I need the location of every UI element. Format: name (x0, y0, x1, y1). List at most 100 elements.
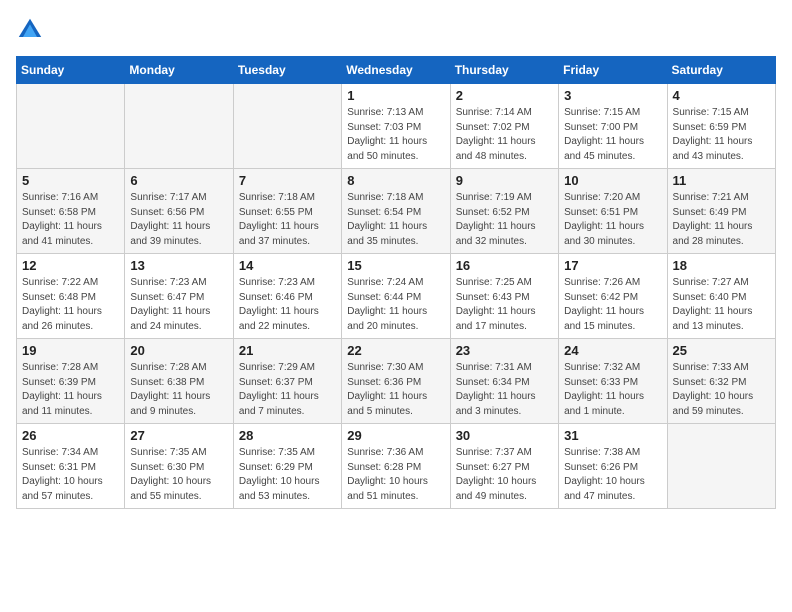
calendar-cell: 5Sunrise: 7:16 AM Sunset: 6:58 PM Daylig… (17, 169, 125, 254)
weekday-header: Friday (559, 57, 667, 84)
day-info: Sunrise: 7:30 AM Sunset: 6:36 PM Dayligh… (347, 361, 444, 419)
calendar-cell: 19Sunrise: 7:28 AM Sunset: 6:39 PM Dayli… (17, 339, 125, 424)
day-number: 24 (564, 343, 661, 358)
day-number: 25 (673, 343, 770, 358)
day-number: 16 (456, 258, 553, 273)
calendar-cell: 24 Sunrise: 7:32 AM Sunset: 6:33 PM Dayli… (559, 339, 667, 424)
day-info: Sunrise: 7:29 AM Sunset: 6:37 PM Dayligh… (239, 361, 336, 419)
calendar-cell: 20Sunrise: 7:28 AM Sunset: 6:38 PM Dayli… (125, 339, 233, 424)
calendar-cell: 16 Sunrise: 7:25 AM Sunset: 6:43 PM Dayli… (450, 254, 558, 339)
calendar-cell: 6 Sunrise: 7:17 AM Sunset: 6:56 PM Daylig… (125, 169, 233, 254)
day-info: Sunrise: 7:14 AM Sunset: 7:02 PM Dayligh… (456, 106, 553, 164)
calendar-cell (667, 424, 775, 509)
day-info: Sunrise: 7:35 AM Sunset: 6:29 PM Dayligh… (239, 446, 336, 504)
calendar-cell: 9 Sunrise: 7:19 AM Sunset: 6:52 PM Daylig… (450, 169, 558, 254)
day-number: 8 (347, 173, 444, 188)
calendar-cell: 21 Sunrise: 7:29 AM Sunset: 6:37 PM Dayli… (233, 339, 341, 424)
calendar-cell: 12 Sunrise: 7:22 AM Sunset: 6:48 PM Dayli… (17, 254, 125, 339)
calendar-week-row: 12 Sunrise: 7:22 AM Sunset: 6:48 PM Dayli… (17, 254, 776, 339)
weekday-header: Saturday (667, 57, 775, 84)
calendar-cell: 25 Sunrise: 7:33 AM Sunset: 6:32 PM Dayli… (667, 339, 775, 424)
day-number: 29 (347, 428, 444, 443)
calendar-cell: 11Sunrise: 7:21 AM Sunset: 6:49 PM Dayli… (667, 169, 775, 254)
calendar-cell: 3 Sunrise: 7:15 AM Sunset: 7:00 PM Daylig… (559, 84, 667, 169)
calendar-cell: 14Sunrise: 7:23 AM Sunset: 6:46 PM Dayli… (233, 254, 341, 339)
day-info: Sunrise: 7:37 AM Sunset: 6:27 PM Dayligh… (456, 446, 553, 504)
calendar-cell: 28Sunrise: 7:35 AM Sunset: 6:29 PM Dayli… (233, 424, 341, 509)
day-info: Sunrise: 7:28 AM Sunset: 6:38 PM Dayligh… (130, 361, 227, 419)
calendar-cell: 8 Sunrise: 7:18 AM Sunset: 6:54 PM Daylig… (342, 169, 450, 254)
day-info: Sunrise: 7:15 AM Sunset: 7:00 PM Dayligh… (564, 106, 661, 164)
day-info: Sunrise: 7:21 AM Sunset: 6:49 PM Dayligh… (673, 191, 770, 249)
day-number: 3 (564, 88, 661, 103)
day-number: 23 (456, 343, 553, 358)
day-number: 15 (347, 258, 444, 273)
day-number: 6 (130, 173, 227, 188)
day-number: 30 (456, 428, 553, 443)
weekday-header: Wednesday (342, 57, 450, 84)
day-info: Sunrise: 7:31 AM Sunset: 6:34 PM Dayligh… (456, 361, 553, 419)
day-info: Sunrise: 7:18 AM Sunset: 6:55 PM Dayligh… (239, 191, 336, 249)
calendar-cell (125, 84, 233, 169)
day-info: Sunrise: 7:24 AM Sunset: 6:44 PM Dayligh… (347, 276, 444, 334)
calendar-week-row: 19Sunrise: 7:28 AM Sunset: 6:39 PM Dayli… (17, 339, 776, 424)
day-info: Sunrise: 7:32 AM Sunset: 6:33 PM Dayligh… (564, 361, 661, 419)
calendar-cell (17, 84, 125, 169)
calendar-cell: 23 Sunrise: 7:31 AM Sunset: 6:34 PM Dayli… (450, 339, 558, 424)
day-number: 27 (130, 428, 227, 443)
day-info: Sunrise: 7:26 AM Sunset: 6:42 PM Dayligh… (564, 276, 661, 334)
day-info: Sunrise: 7:27 AM Sunset: 6:40 PM Dayligh… (673, 276, 770, 334)
day-number: 21 (239, 343, 336, 358)
weekday-header: Tuesday (233, 57, 341, 84)
day-number: 10 (564, 173, 661, 188)
day-info: Sunrise: 7:38 AM Sunset: 6:26 PM Dayligh… (564, 446, 661, 504)
day-number: 18 (673, 258, 770, 273)
day-info: Sunrise: 7:33 AM Sunset: 6:32 PM Dayligh… (673, 361, 770, 419)
day-info: Sunrise: 7:18 AM Sunset: 6:54 PM Dayligh… (347, 191, 444, 249)
calendar-cell (233, 84, 341, 169)
day-info: Sunrise: 7:19 AM Sunset: 6:52 PM Dayligh… (456, 191, 553, 249)
day-info: Sunrise: 7:28 AM Sunset: 6:39 PM Dayligh… (22, 361, 119, 419)
calendar-cell: 1Sunrise: 7:13 AM Sunset: 7:03 PM Daylig… (342, 84, 450, 169)
calendar-cell: 15 Sunrise: 7:24 AM Sunset: 6:44 PM Dayli… (342, 254, 450, 339)
day-number: 22 (347, 343, 444, 358)
calendar-week-row: 1Sunrise: 7:13 AM Sunset: 7:03 PM Daylig… (17, 84, 776, 169)
weekday-header: Monday (125, 57, 233, 84)
calendar-cell: 30 Sunrise: 7:37 AM Sunset: 6:27 PM Dayli… (450, 424, 558, 509)
page-header (16, 16, 776, 44)
day-info: Sunrise: 7:23 AM Sunset: 6:47 PM Dayligh… (130, 276, 227, 334)
logo (16, 16, 48, 44)
calendar-cell: 22 Sunrise: 7:30 AM Sunset: 6:36 PM Dayli… (342, 339, 450, 424)
day-number: 12 (22, 258, 119, 273)
day-info: Sunrise: 7:34 AM Sunset: 6:31 PM Dayligh… (22, 446, 119, 504)
day-info: Sunrise: 7:17 AM Sunset: 6:56 PM Dayligh… (130, 191, 227, 249)
day-info: Sunrise: 7:22 AM Sunset: 6:48 PM Dayligh… (22, 276, 119, 334)
day-number: 31 (564, 428, 661, 443)
calendar-cell: 29 Sunrise: 7:36 AM Sunset: 6:28 PM Dayli… (342, 424, 450, 509)
day-info: Sunrise: 7:25 AM Sunset: 6:43 PM Dayligh… (456, 276, 553, 334)
day-number: 17 (564, 258, 661, 273)
day-info: Sunrise: 7:36 AM Sunset: 6:28 PM Dayligh… (347, 446, 444, 504)
calendar-cell: 10 Sunrise: 7:20 AM Sunset: 6:51 PM Dayli… (559, 169, 667, 254)
weekday-header: Sunday (17, 57, 125, 84)
calendar-cell: 13 Sunrise: 7:23 AM Sunset: 6:47 PM Dayli… (125, 254, 233, 339)
day-number: 9 (456, 173, 553, 188)
calendar-cell: 2 Sunrise: 7:14 AM Sunset: 7:02 PM Daylig… (450, 84, 558, 169)
calendar-cell: 7 Sunrise: 7:18 AM Sunset: 6:55 PM Daylig… (233, 169, 341, 254)
calendar-cell: 18 Sunrise: 7:27 AM Sunset: 6:40 PM Dayli… (667, 254, 775, 339)
day-number: 26 (22, 428, 119, 443)
day-number: 4 (673, 88, 770, 103)
calendar-table: SundayMondayTuesdayWednesdayThursdayFrid… (16, 56, 776, 509)
day-info: Sunrise: 7:20 AM Sunset: 6:51 PM Dayligh… (564, 191, 661, 249)
day-info: Sunrise: 7:35 AM Sunset: 6:30 PM Dayligh… (130, 446, 227, 504)
day-number: 13 (130, 258, 227, 273)
day-number: 2 (456, 88, 553, 103)
day-info: Sunrise: 7:13 AM Sunset: 7:03 PM Dayligh… (347, 106, 444, 164)
day-info: Sunrise: 7:15 AM Sunset: 6:59 PM Dayligh… (673, 106, 770, 164)
calendar-cell: 17 Sunrise: 7:26 AM Sunset: 6:42 PM Dayli… (559, 254, 667, 339)
logo-icon (16, 16, 44, 44)
calendar-week-row: 26 Sunrise: 7:34 AM Sunset: 6:31 PM Dayli… (17, 424, 776, 509)
calendar-cell: 27 Sunrise: 7:35 AM Sunset: 6:30 PM Dayli… (125, 424, 233, 509)
calendar-week-row: 5Sunrise: 7:16 AM Sunset: 6:58 PM Daylig… (17, 169, 776, 254)
day-number: 7 (239, 173, 336, 188)
